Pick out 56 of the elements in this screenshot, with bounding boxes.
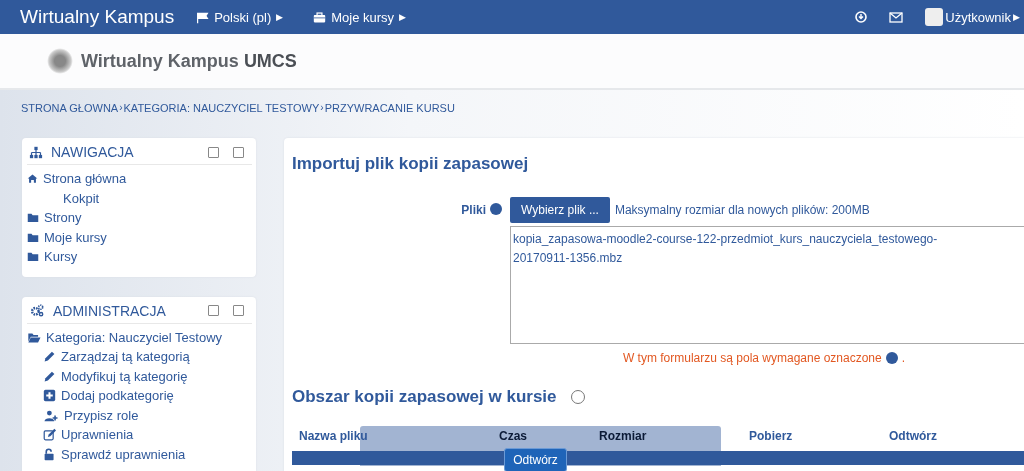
block-title: ADMINISTRACJA: [53, 302, 167, 319]
navbar-menu[interactable]: Moje kursy ▶: [313, 9, 407, 25]
folder-icon: [27, 330, 41, 344]
column-header: Nazwa pliku: [299, 429, 369, 443]
pencil-icon: [43, 369, 56, 383]
folder-icon: [27, 211, 39, 225]
site-logo[interactable]: Wirtualny Kampus UMCS: [81, 50, 297, 72]
edit-icon: [43, 428, 56, 442]
field-label: Pliki: [461, 203, 486, 217]
section-title: Obszar kopii zapasowej w kursie: [292, 387, 557, 407]
flag-icon: [196, 10, 210, 24]
separator-icon: ›: [119, 102, 123, 113]
column-header: Pobierz: [749, 429, 794, 443]
nav-link[interactable]: Kategoria: Nauczyciel Testowy: [46, 329, 223, 345]
site-title[interactable]: Wirtualny Kampus: [20, 6, 175, 28]
nav-link[interactable]: Dodaj podkategorię: [61, 388, 174, 404]
max-size-text: Maksymalny rozmiar dla nowych plików: 200MB: [614, 203, 870, 217]
user-menu[interactable]: Użytkownik▶: [925, 8, 1020, 26]
lock-icon: [43, 447, 56, 461]
restore-button[interactable]: Odtwórz: [504, 448, 567, 471]
column-header: Czas: [499, 429, 528, 443]
note-period: .: [901, 351, 906, 365]
nav-link[interactable]: Zarządzaj tą kategorią: [61, 349, 190, 365]
nav-link[interactable]: Uprawnienia: [61, 427, 134, 443]
nav-link[interactable]: Kursy: [44, 249, 78, 265]
column-header: Rozmiar: [599, 429, 648, 443]
separator-icon: ›: [320, 102, 324, 113]
nav-link[interactable]: Moje kursy: [44, 229, 107, 245]
sitemap-icon: [27, 145, 45, 159]
pencil-icon: [43, 350, 56, 364]
column-header: Odtwórz: [889, 429, 938, 443]
breadcrumb-link[interactable]: PRZYWRACANIE KURSU: [324, 101, 455, 114]
navbar-menu[interactable]: Polski (pl) ▶: [196, 9, 284, 25]
section-title: Importuj plik kopii zapasowej: [292, 154, 530, 174]
caret-icon: ▶: [399, 12, 407, 22]
breadcrumb-link[interactable]: STRONA GŁOWNA: [21, 101, 119, 114]
nav-link[interactable]: Modyfikuj tą kategorię: [61, 368, 188, 384]
caret-icon: ▶: [1013, 12, 1020, 22]
caret-icon: ▶: [276, 12, 284, 22]
nav-link[interactable]: Kokpit: [63, 190, 100, 206]
nav-link[interactable]: Strony: [44, 210, 82, 226]
folder-icon: [27, 250, 39, 264]
file-drop-area[interactable]: kopia_zapasowa-moodle2-course-122-przedmiot_kurs_nauczyciela_testowego-20170911-1356.mbz: [510, 226, 1024, 344]
required-note: W tym formularzu są pola wymagane oznaczone: [622, 351, 882, 365]
plus-icon: [43, 389, 56, 403]
nav-link[interactable]: Strona główna: [43, 171, 127, 187]
home-icon: [27, 172, 38, 186]
nav-link[interactable]: Sprawdź uprawnienia: [61, 446, 186, 462]
briefcase-icon: [313, 10, 327, 24]
choose-file-button[interactable]: Wybierz plik ...: [510, 197, 610, 223]
user-plus-icon: [43, 408, 59, 422]
mail-icon[interactable]: [889, 11, 904, 23]
download-icon[interactable]: [855, 11, 868, 23]
block-title: NAWIGACJA: [51, 144, 135, 160]
nav-link[interactable]: Przypisz role: [64, 407, 139, 423]
breadcrumb-link[interactable]: KATEGORIA: NAUCZYCIEL TESTOWY: [123, 101, 320, 114]
